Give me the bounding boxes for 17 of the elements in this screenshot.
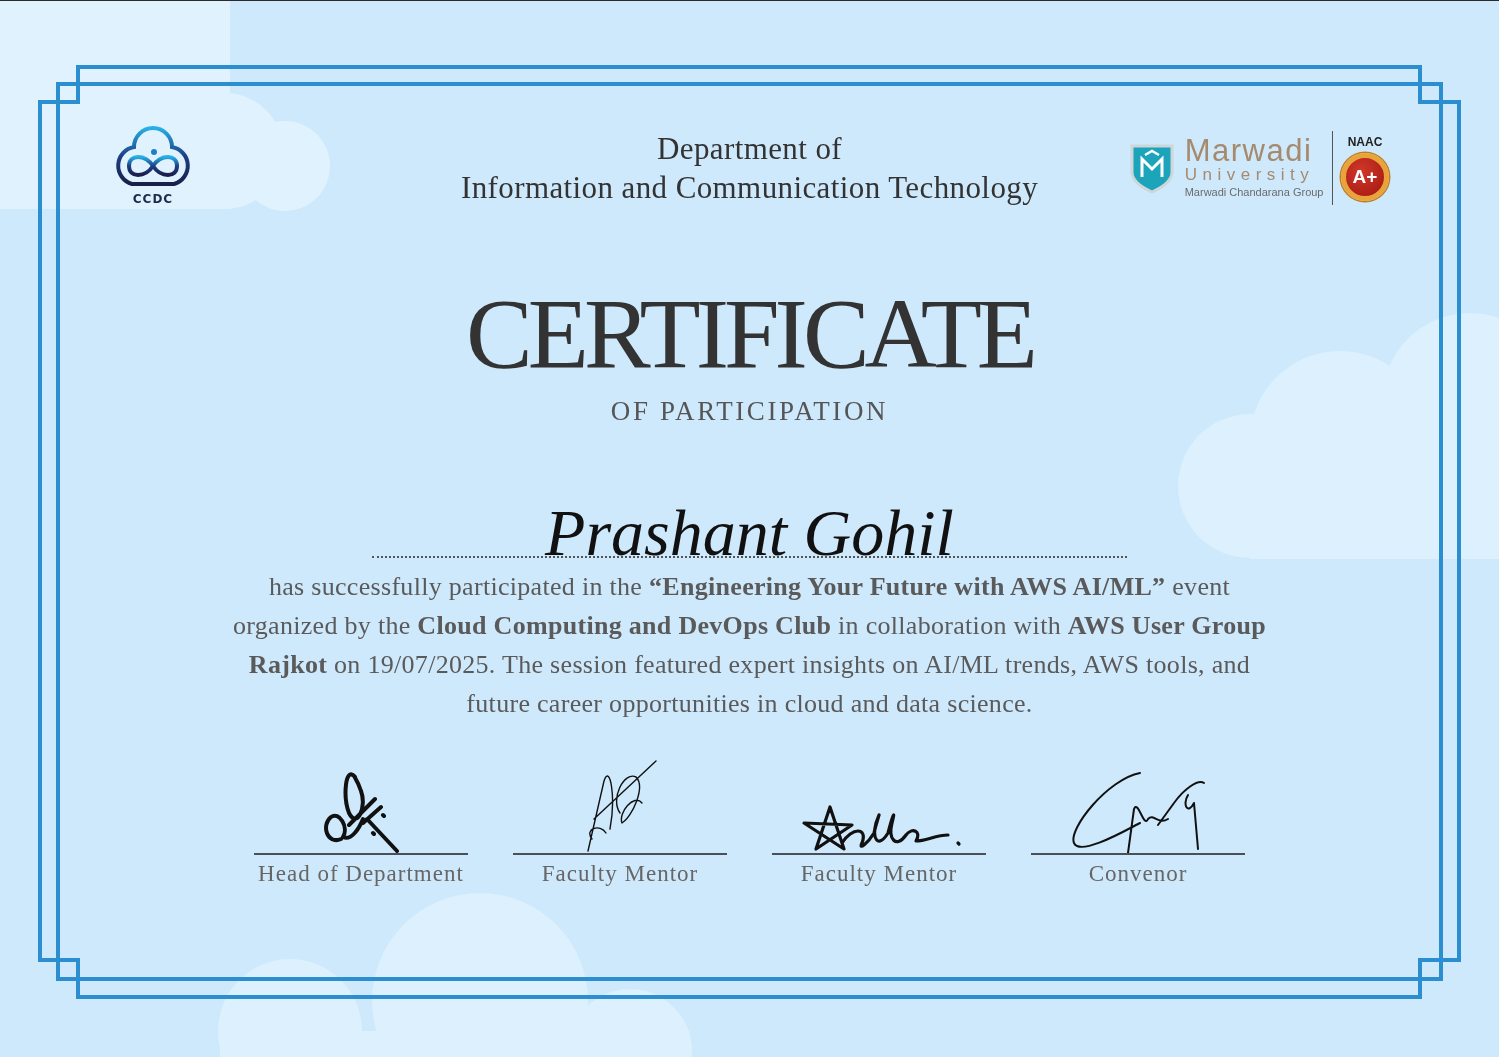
department-title: Information and Communication Technology bbox=[460, 169, 1039, 207]
university-subtitle: University bbox=[1184, 165, 1316, 185]
grade-seal-badge: A+ bbox=[1341, 153, 1389, 201]
recipient-name: Prashant Gohil bbox=[545, 500, 954, 566]
signatory-title: Convenor bbox=[1088, 860, 1188, 888]
accreditation-label: NAAC bbox=[1347, 135, 1383, 149]
university-group: Marwadi Chandarana Group bbox=[1184, 185, 1324, 199]
department-title: Department of bbox=[656, 130, 843, 168]
certificate-description: has successfully participated in the “Engineering Your Future with AWS AI/ML” event organized by the Cloud Computing and DevOps Club in collaboration with AWS User Group Rajkot on 19/07/2025. The session featured expert insights on AI/ML trends, AWS tools, and future career opportunities in cloud and data science. bbox=[231, 571, 1268, 720]
certificate-title: CERTIFICATE bbox=[466, 284, 1033, 384]
certificate-subtitle: OF PARTICIPATION bbox=[610, 395, 889, 427]
university-name: Marwadi bbox=[1184, 137, 1314, 165]
signatory-title: Faculty Mentor bbox=[800, 860, 958, 888]
shield-icon bbox=[1128, 142, 1175, 194]
club-logo-text: CCDC bbox=[132, 192, 174, 206]
signatory-title: Head of Department bbox=[258, 860, 464, 888]
signatory-title: Faculty Mentor bbox=[541, 860, 699, 888]
